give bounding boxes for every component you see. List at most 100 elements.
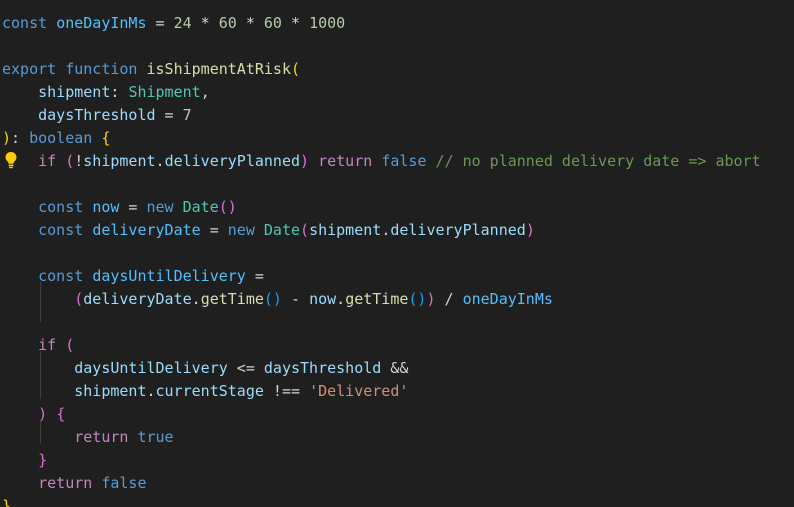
code-token: const — [38, 198, 84, 216]
code-line[interactable]: const deliveryDate = new Date(shipment.d… — [2, 219, 535, 242]
code-token: return — [38, 474, 93, 492]
code-token: : — [110, 83, 129, 101]
code-line[interactable]: if (!shipment.deliveryPlanned) return fa… — [2, 150, 761, 173]
code-token: ( — [65, 336, 75, 354]
code-token: now — [309, 290, 337, 308]
code-token: deliveryPlanned — [390, 221, 526, 239]
code-token: true — [137, 428, 174, 446]
code-line[interactable]: const daysUntilDelivery = — [2, 265, 264, 288]
code-token: ( — [65, 152, 75, 170]
code-token: ! — [74, 152, 84, 170]
code-token: = — [146, 14, 174, 32]
code-token: 60 — [263, 14, 282, 32]
code-token: !== — [263, 382, 310, 400]
code-token: . — [191, 290, 201, 308]
code-token: = — [245, 267, 264, 285]
code-token: * — [191, 14, 219, 32]
code-line[interactable]: return false — [2, 472, 146, 495]
code-line[interactable]: const oneDayInMs = 24 * 60 * 60 * 1000 — [2, 12, 345, 35]
code-token: const — [38, 267, 84, 285]
code-line[interactable]: if ( — [2, 334, 74, 357]
code-line[interactable]: const now = new Date() — [2, 196, 237, 219]
code-token: isShipmentAtRisk — [146, 60, 292, 78]
code-token: getTime — [345, 290, 409, 308]
code-token: && — [381, 359, 409, 377]
code-token: . — [381, 221, 391, 239]
code-token: * — [236, 14, 264, 32]
code-token: 1000 — [309, 14, 346, 32]
code-line[interactable]: daysUntilDelivery <= daysThreshold && — [2, 357, 408, 380]
code-line[interactable]: ): boolean { — [2, 127, 110, 150]
code-token: new — [146, 198, 174, 216]
code-token: . — [336, 290, 346, 308]
code-token: return — [318, 152, 373, 170]
code-token: Date — [263, 221, 301, 239]
code-line[interactable]: ) { — [2, 403, 65, 426]
code-token: deliveryDate — [83, 290, 192, 308]
code-line[interactable]: } — [2, 449, 47, 472]
code-line[interactable]: (deliveryDate.getTime() - now.getTime())… — [2, 288, 553, 311]
code-token: 60 — [218, 14, 237, 32]
code-line[interactable]: export function isShipmentAtRisk( — [2, 58, 300, 81]
code-token: } — [38, 451, 48, 469]
code-token: } — [2, 497, 12, 507]
code-token: <= — [227, 359, 264, 377]
code-line[interactable]: shipment.currentStage !== 'Delivered' — [2, 380, 408, 403]
code-token: ) — [300, 152, 310, 170]
code-editor[interactable]: const oneDayInMs = 24 * 60 * 60 * 1000 ex… — [0, 0, 794, 507]
code-line[interactable]: daysThreshold = 7 — [2, 104, 192, 127]
code-token: * — [281, 14, 310, 32]
code-token: // no planned delivery date => abort — [435, 152, 761, 170]
code-token: deliveryDate — [92, 221, 201, 239]
code-token: daysThreshold — [38, 106, 156, 124]
code-token: - — [281, 290, 310, 308]
code-token: { — [101, 129, 111, 147]
code-token: function — [65, 60, 138, 78]
code-token: daysUntilDelivery — [74, 359, 228, 377]
code-token: = — [119, 198, 147, 216]
code-token: ( — [291, 60, 301, 78]
code-token: shipment — [83, 152, 156, 170]
code-token: . — [155, 152, 165, 170]
code-token: ( — [74, 290, 84, 308]
code-token: deliveryPlanned — [164, 152, 301, 170]
code-token: const — [2, 14, 48, 32]
code-token: ) — [426, 290, 436, 308]
code-line[interactable]: } — [2, 495, 11, 507]
code-token: daysUntilDelivery — [92, 267, 246, 285]
code-line[interactable]: return true — [2, 426, 174, 449]
code-token: shipment — [38, 83, 111, 101]
code-token: if — [38, 336, 57, 354]
code-token: return — [74, 428, 129, 446]
code-token: oneDayInMs — [462, 290, 553, 308]
code-token: ) — [2, 129, 12, 147]
code-token: shipment — [309, 221, 382, 239]
code-token: 'Delivered' — [309, 382, 409, 400]
code-token: ( — [300, 221, 310, 239]
code-token: const — [38, 221, 84, 239]
code-line[interactable]: shipment: Shipment, — [2, 81, 210, 104]
code-token: now — [92, 198, 120, 216]
code-token: . — [146, 382, 156, 400]
